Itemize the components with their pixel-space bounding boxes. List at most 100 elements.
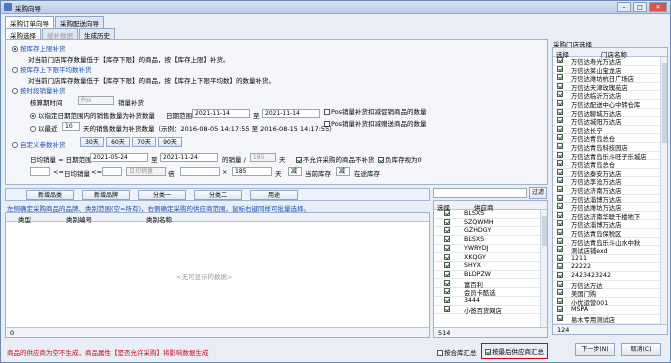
store-row[interactable]: 万信达济南万达店 xyxy=(553,186,667,195)
supplier-row[interactable]: GZHDGY xyxy=(434,227,547,236)
add-category-button[interactable]: 新增品类 xyxy=(26,190,74,200)
store-row-checkbox[interactable] xyxy=(557,306,563,313)
store-row[interactable]: 万信达青岛乐斗山水中秋 xyxy=(553,237,667,247)
radio-custom[interactable] xyxy=(12,142,18,148)
store-row[interactable]: 万信达寿光万达店 xyxy=(553,57,667,66)
store-row-checkbox[interactable] xyxy=(557,100,563,106)
store-row[interactable]: 万信达济南华联千楼地下 xyxy=(553,211,667,221)
radio-recent-days[interactable] xyxy=(30,126,36,132)
supplier-filter-button[interactable]: 过滤 xyxy=(529,187,547,199)
store-row-checkbox[interactable] xyxy=(557,194,563,201)
period-input[interactable]: Pos xyxy=(78,96,114,105)
end-date-input[interactable]: 2021-11-14 xyxy=(262,109,320,118)
store-row[interactable]: 万信达青岛总仓 xyxy=(553,134,667,143)
supplier-row-checkbox[interactable] xyxy=(444,236,450,243)
class-two-button[interactable]: 分类二 xyxy=(194,190,242,200)
days-count-input[interactable]: 185 xyxy=(232,167,272,176)
store-row-checkbox[interactable] xyxy=(557,57,563,63)
store-row[interactable]: 万信达青岛科技园店 xyxy=(553,143,667,152)
add-brand-button[interactable]: 新增品牌 xyxy=(82,190,130,200)
store-row-checkbox[interactable] xyxy=(557,263,563,270)
store-row[interactable]: 万信达配送中心中转仓库 xyxy=(553,100,667,109)
store-row-checkbox[interactable] xyxy=(557,168,563,175)
store-row[interactable]: 22222 xyxy=(553,263,667,272)
store-row-checkbox[interactable] xyxy=(557,108,563,115)
store-row-checkbox[interactable] xyxy=(557,160,563,167)
store-row[interactable]: 万信达长宁 xyxy=(553,125,667,135)
store-row[interactable]: 万信达潍坊万达店 xyxy=(553,203,667,212)
neg-stock-checkbox[interactable] xyxy=(378,157,384,163)
radio-average[interactable] xyxy=(12,67,18,73)
store-row[interactable]: 万信达临沂万达店 xyxy=(553,91,667,100)
radio-period-sales[interactable] xyxy=(12,88,18,94)
minus-field-2[interactable]: 减 xyxy=(336,167,350,176)
store-row-checkbox[interactable] xyxy=(557,220,563,227)
store-row-checkbox[interactable] xyxy=(557,289,563,296)
store-row[interactable]: 万信达泰安万达店 xyxy=(553,168,667,178)
no-purchase-checkbox[interactable] xyxy=(296,157,302,163)
supplier-row-checkbox[interactable] xyxy=(444,210,450,216)
multiplier-input[interactable] xyxy=(180,167,220,176)
promo-deduct-checkbox[interactable] xyxy=(324,109,330,115)
quick-90-days-button[interactable]: 90天 xyxy=(158,137,182,147)
supplier-row[interactable]: SHYX xyxy=(434,262,547,271)
supplier-row[interactable]: BLSXS xyxy=(434,210,547,219)
store-row[interactable]: 万信达淄博万达店 xyxy=(553,220,667,229)
quick-70-days-button[interactable]: 70天 xyxy=(132,137,156,147)
store-row[interactable]: 易木专用测试店 xyxy=(553,315,667,324)
store-row[interactable]: 万信达青岛总仓 xyxy=(553,160,667,169)
supplier-row-checkbox[interactable] xyxy=(444,297,450,303)
store-row[interactable]: 万信达城阳万达店 xyxy=(553,117,667,126)
low-bound-input[interactable] xyxy=(30,167,50,176)
store-row[interactable]: 1211 xyxy=(553,254,667,264)
custom-end-date[interactable]: 2021-11-24 xyxy=(160,153,218,162)
start-date-input[interactable]: 2021-11-14 xyxy=(192,109,250,118)
store-grid[interactable]: 选择 门店名称 万信达寿光万达店 万信达莱山宝龙店 万信达潍坊杭日广场店 万信达天津玫瑰… xyxy=(552,47,668,335)
store-row[interactable]: 万信达李沧万达店 xyxy=(553,177,667,186)
store-row[interactable]: 万信达聊城万达店 xyxy=(553,108,667,118)
store-row-checkbox[interactable] xyxy=(557,272,563,278)
store-row-checkbox[interactable] xyxy=(557,186,563,192)
high-bound-input[interactable] xyxy=(102,167,122,176)
radio-date-range[interactable] xyxy=(30,113,36,119)
store-row-checkbox[interactable] xyxy=(557,280,563,287)
category-grid[interactable]: 类型 类别编号 类别名称 <无可显示的数据> 0 xyxy=(5,212,430,338)
supplier-row-checkbox[interactable] xyxy=(444,305,450,312)
supplier-row-checkbox[interactable] xyxy=(444,253,450,260)
store-row[interactable]: 小优运营001 xyxy=(553,297,667,307)
custom-start-date[interactable]: 2021-05-24 xyxy=(90,153,148,162)
store-row-checkbox[interactable] xyxy=(557,125,563,132)
supplier-row[interactable]: SZQWMH xyxy=(434,218,547,228)
supplier-row[interactable]: 3444 xyxy=(434,297,547,306)
usage-button[interactable]: 用途 xyxy=(250,190,298,200)
store-row-checkbox[interactable] xyxy=(557,177,563,184)
store-row-checkbox[interactable] xyxy=(557,117,563,124)
quick-30-days-button[interactable]: 30天 xyxy=(80,137,104,147)
supplier-grid[interactable]: 选择 供应商 BLSXS SZQWMH GZHDGY BLSXS YWRYDJ XKQGY S… xyxy=(433,200,548,338)
recent-days-input[interactable]: 10 xyxy=(62,122,80,131)
class-one-button[interactable]: 分类一 xyxy=(138,190,186,200)
quick-60-days-button[interactable]: 60天 xyxy=(106,137,130,147)
store-scrollbar[interactable] xyxy=(660,57,667,324)
minimize-button[interactable]: – xyxy=(617,2,631,12)
store-row[interactable]: 万信达青岛乐斗旺子乐城店 xyxy=(553,151,667,161)
close-button[interactable]: ✕ xyxy=(649,2,667,12)
store-row-checkbox[interactable] xyxy=(557,254,563,261)
daily-sales-field[interactable]: 日均销量 xyxy=(126,167,166,176)
supplier-row-checkbox[interactable] xyxy=(444,227,450,234)
supplier-row[interactable]: BLDPZW xyxy=(434,270,547,280)
store-row-checkbox[interactable] xyxy=(557,65,563,72)
store-row[interactable]: 2423423242 xyxy=(553,272,667,281)
supplier-search-input[interactable] xyxy=(433,188,527,198)
supplier-row-checkbox[interactable] xyxy=(444,270,450,277)
supplier-row[interactable]: 小爸百货网店 xyxy=(434,305,547,315)
supplier-row[interactable]: 富百利 xyxy=(434,279,547,289)
store-row[interactable]: 万信达青岛保税区 xyxy=(553,229,667,238)
divisor-days-input[interactable]: 185 xyxy=(250,153,276,162)
group-by-supplier-checkbox[interactable] xyxy=(485,349,491,355)
store-row[interactable]: 万信达淄博万达店 xyxy=(553,194,667,204)
supplier-row[interactable]: YWRYDJ xyxy=(434,244,547,254)
store-row-checkbox[interactable] xyxy=(557,297,563,304)
supplier-row[interactable]: XKQGY xyxy=(434,253,547,262)
store-row[interactable]: 万信达莱山宝龙店 xyxy=(553,65,667,75)
